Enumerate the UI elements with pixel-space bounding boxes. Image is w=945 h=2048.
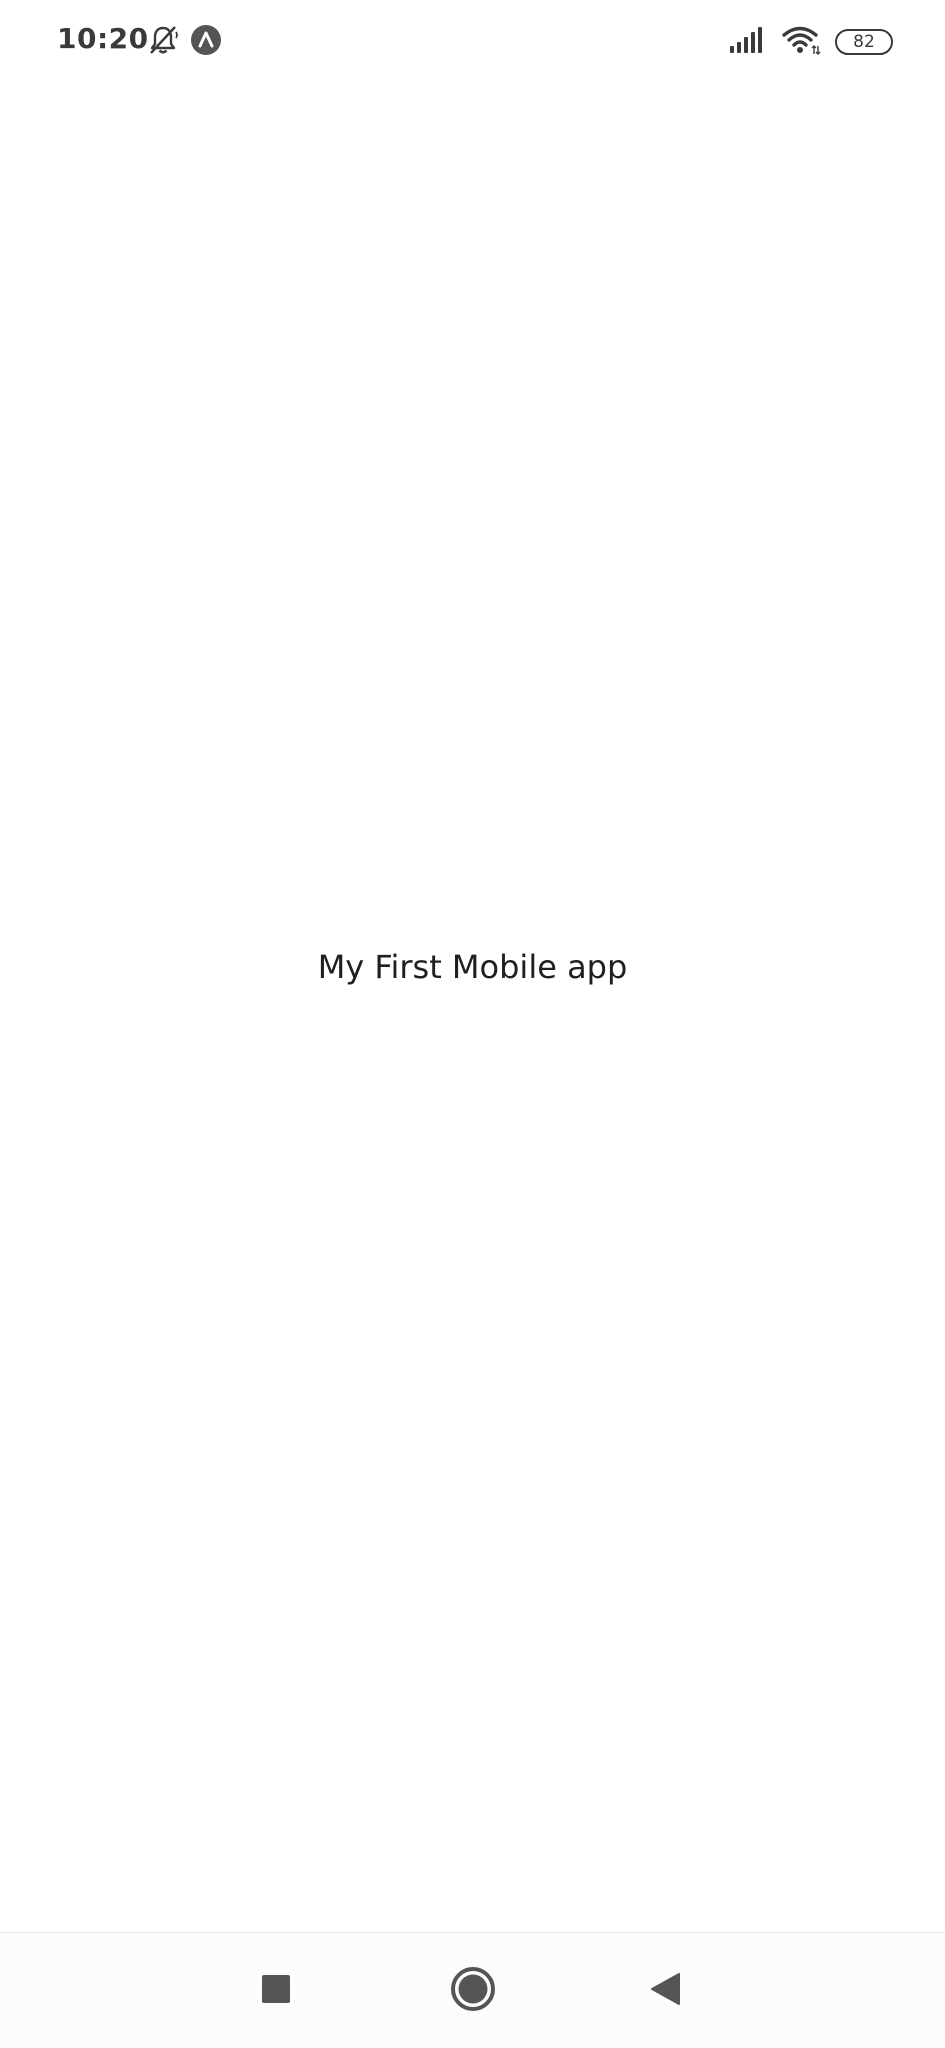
status-time: 10:20 xyxy=(57,22,149,55)
screen: 10:20 82 My First Mobile app xyxy=(0,0,945,2048)
bell-off-icon xyxy=(146,23,180,62)
app-title: My First Mobile app xyxy=(317,948,628,986)
status-right-icons: 82 xyxy=(729,24,893,60)
status-bar: 10:20 82 xyxy=(0,0,945,84)
signal-icon xyxy=(729,25,767,60)
wifi-icon xyxy=(781,24,821,61)
back-triangle-icon xyxy=(649,1972,681,2011)
recents-button[interactable] xyxy=(246,1961,306,2021)
status-left-icons xyxy=(146,24,222,60)
battery-icon: 82 xyxy=(835,29,893,55)
main-content: My First Mobile app xyxy=(0,84,945,1932)
battery-level: 82 xyxy=(853,31,875,52)
back-button[interactable] xyxy=(635,1961,695,2021)
navigation-bar xyxy=(0,1932,945,2048)
square-icon xyxy=(261,1974,291,2009)
circle-icon xyxy=(450,1966,496,2017)
home-button[interactable] xyxy=(443,1961,503,2021)
app-notification-icon xyxy=(190,24,222,61)
